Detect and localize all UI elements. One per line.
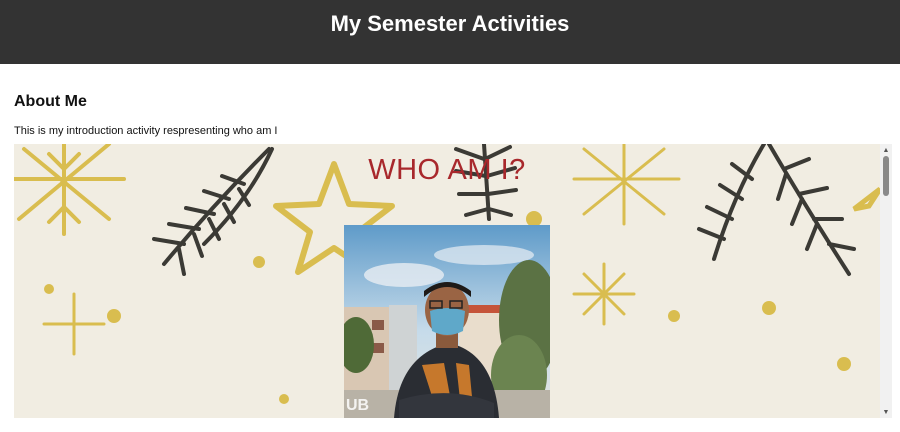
embedded-presentation-frame[interactable]: WHO AM I? UB ▲ ▼ (14, 144, 892, 418)
photo-overlay-text: UB (346, 397, 369, 414)
sparkle-icon (572, 262, 636, 326)
scrollbar-thumb[interactable] (883, 156, 889, 196)
scroll-down-icon[interactable]: ▼ (880, 406, 892, 418)
section-title: About Me (14, 93, 87, 110)
embed-heading: WHO AM I? (368, 154, 526, 186)
scroll-up-icon[interactable]: ▲ (880, 144, 892, 156)
embed-scrollbar[interactable]: ▲ ▼ (880, 144, 892, 418)
page-header: My Semester Activities (0, 0, 900, 64)
page-title: My Semester Activities (330, 10, 570, 36)
profile-photo: UB (344, 225, 550, 418)
main-content: About Me This is my introduction activit… (0, 92, 900, 138)
section-description: This is my introduction activity respres… (14, 125, 278, 137)
